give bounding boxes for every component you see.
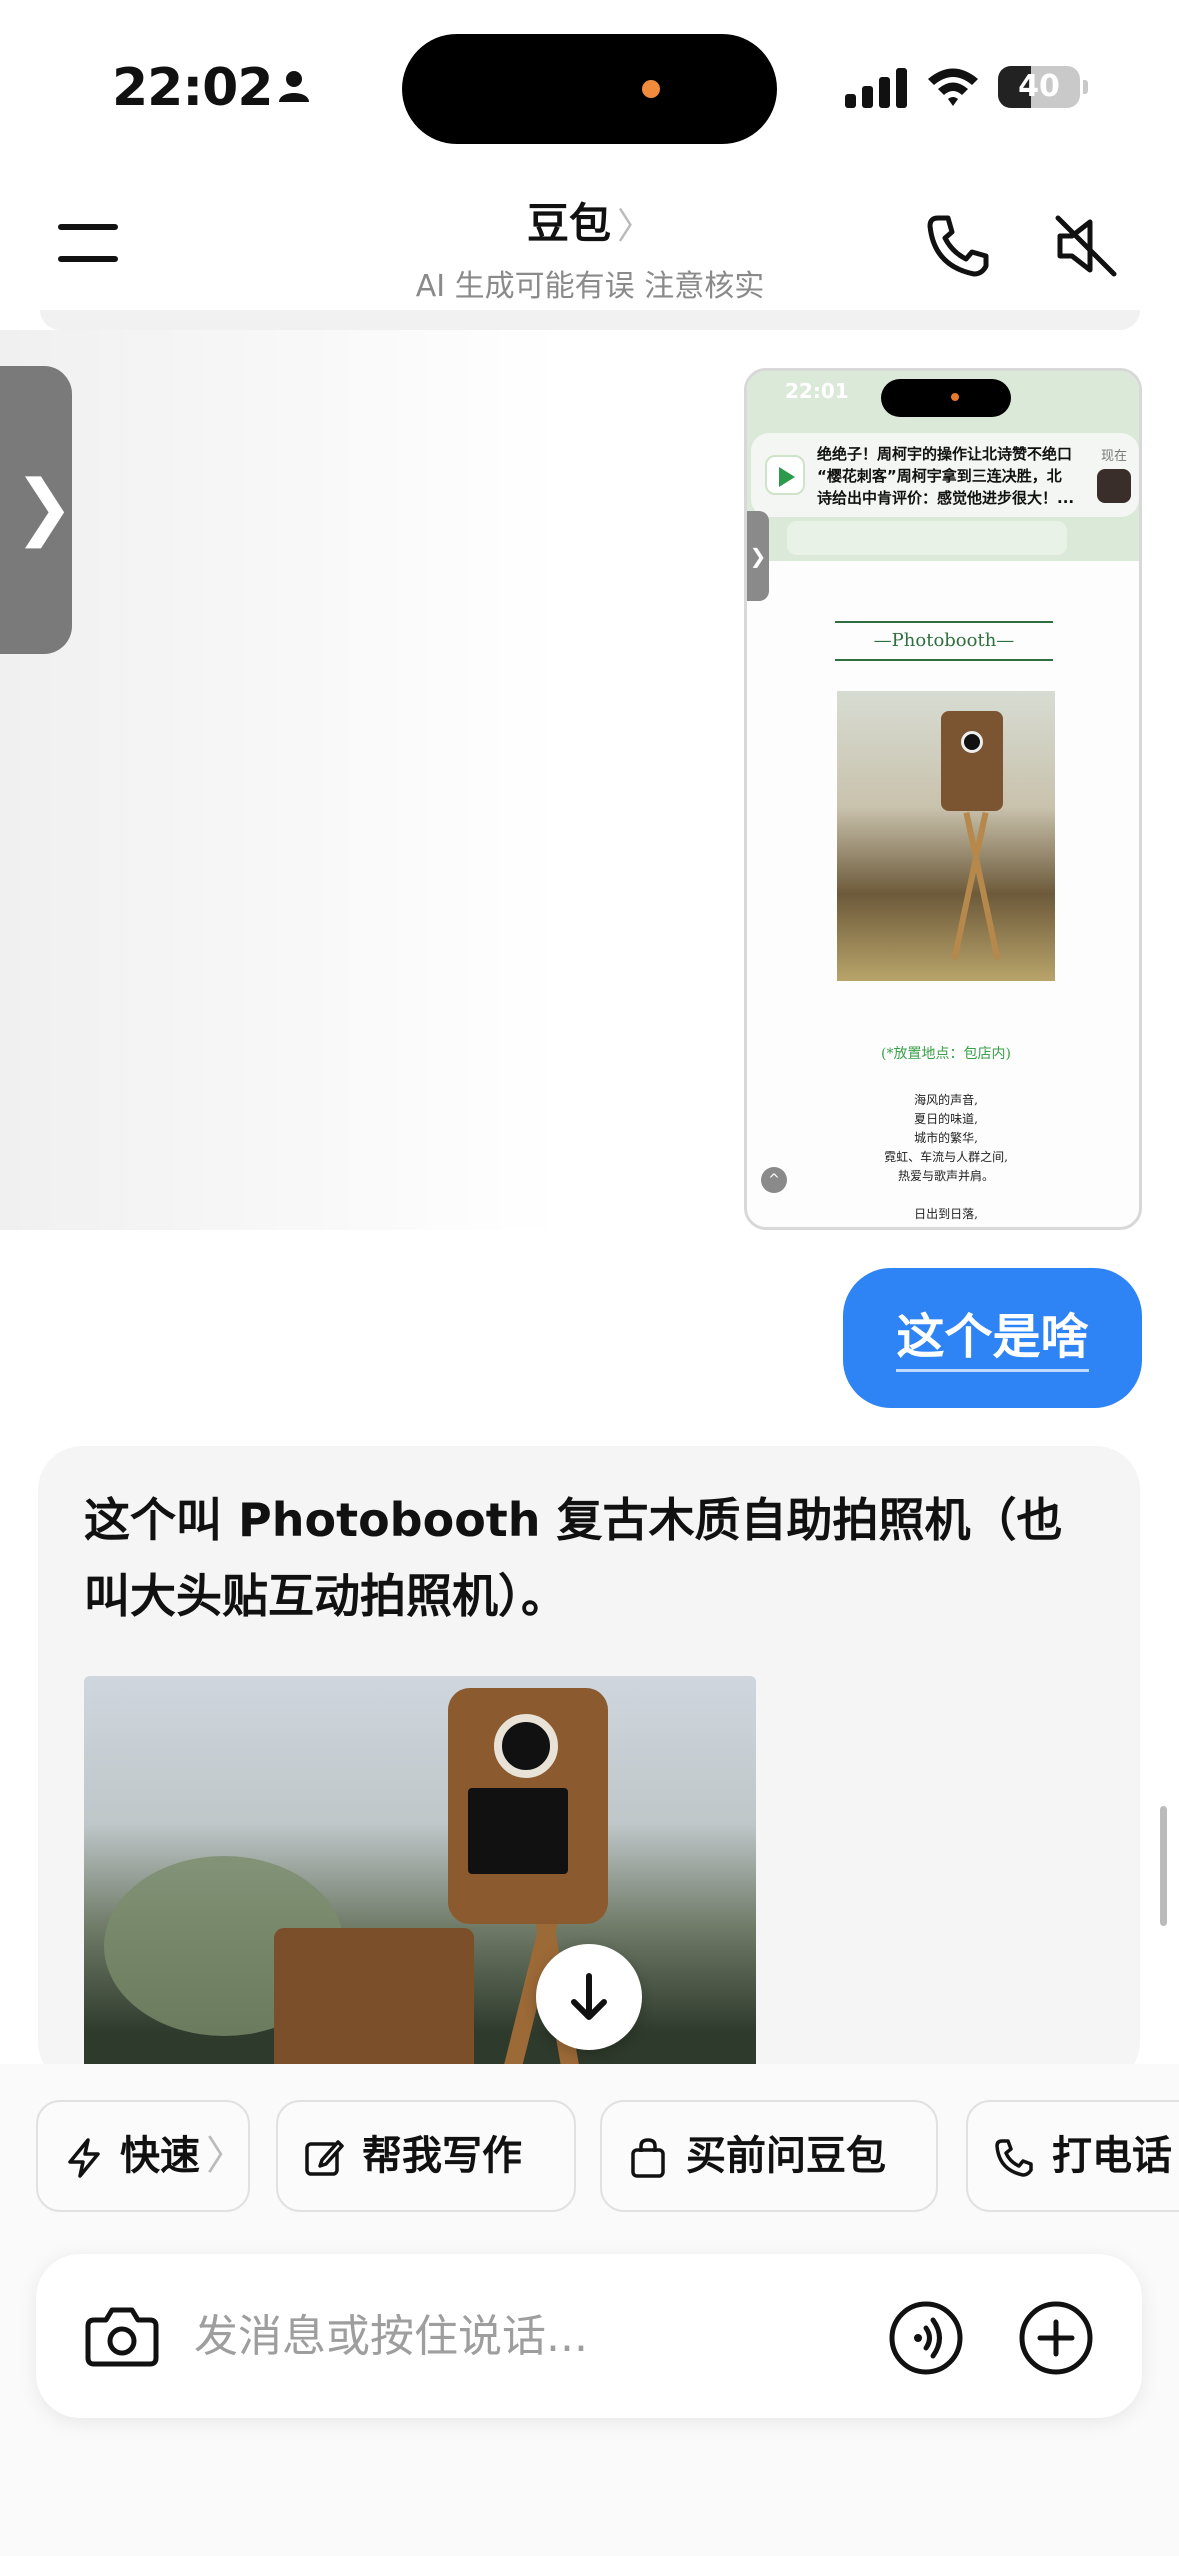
photobooth-screen	[468, 1788, 568, 1874]
composer-area: 快速 〉 帮我写作 买前问豆包 打电话	[0, 2064, 1179, 2556]
photobooth-banner: —Photobooth—	[835, 621, 1053, 661]
phone-call-button[interactable]	[922, 210, 994, 282]
chip-ask-before-buy[interactable]: 买前问豆包	[600, 2100, 938, 2212]
phone-icon	[995, 2139, 1033, 2177]
poem-line: 日出到日落,	[914, 1207, 978, 1221]
notification-avatar	[1097, 469, 1131, 503]
scroll-to-bottom-button[interactable]	[536, 1944, 642, 2050]
chip-fast-mode[interactable]: 快速 〉	[36, 2100, 250, 2212]
shopping-bag-icon	[631, 2138, 665, 2178]
battery-nub	[1083, 80, 1088, 94]
header-divider	[40, 310, 1140, 330]
edit-icon	[305, 2140, 344, 2176]
camera-lens	[494, 1714, 558, 1778]
poem-line: 城市的繁华,	[914, 1131, 978, 1145]
message-input[interactable]	[194, 2298, 874, 2374]
camera-button[interactable]	[82, 2296, 162, 2376]
menu-icon-line-bottom	[58, 256, 118, 262]
chat-title-group[interactable]: 豆包〉 AI 生成可能有误 注意核实	[300, 190, 880, 305]
ai-response-text: 这个叫 Photobooth 复古木质自助拍照机（也叫大头贴互动拍照机）。	[84, 1493, 1063, 1623]
speaker-mute-icon[interactable]	[1050, 210, 1122, 282]
wifi-icon	[928, 68, 978, 106]
poem-line: 海风的声音,	[914, 1093, 978, 1107]
notification-line: 诗给出中肯评价：感觉他进步很大！...	[817, 489, 1075, 507]
poem-line: 霓虹、车流与人群之间,	[884, 1150, 1008, 1164]
sent-screenshot-image[interactable]: 22:01 绝绝子！周柯宇的操作让北诗赞不绝口 “樱花刺客”周柯宇拿到三连决胜，…	[744, 368, 1142, 1230]
plus-button[interactable]	[1016, 2298, 1096, 2378]
screenshot-recording-dot	[951, 393, 959, 401]
side-panel-handle[interactable]: ❯	[0, 366, 75, 654]
cellular-signal-icon	[845, 68, 907, 108]
scrollbar[interactable]	[1160, 1806, 1167, 1926]
chat-header: 豆包〉 AI 生成可能有误 注意核实	[0, 170, 1179, 320]
photobooth-cabinet	[941, 711, 1003, 811]
status-bar: 22:02 40	[0, 0, 1179, 170]
chip-phone-call[interactable]: 打电话	[966, 2100, 1179, 2212]
chevron-right-icon: 〉	[206, 2133, 246, 2179]
chip-label: 打电话	[1052, 2133, 1172, 2179]
chevron-right-icon: ❯	[747, 511, 769, 601]
notification-line: “樱花刺客”周柯宇拿到三连决胜，北	[817, 467, 1062, 485]
chevron-right-icon: 〉	[617, 206, 654, 247]
message-composer	[36, 2254, 1142, 2418]
notification-time: 现在	[1101, 449, 1128, 464]
poem-line: 夏日的味道,	[914, 1112, 978, 1126]
photobooth-photo	[837, 691, 1055, 981]
screenshot-dynamic-island	[881, 379, 1011, 417]
screenshot-time: 22:01	[785, 379, 849, 403]
play-icon	[779, 467, 795, 487]
chip-help-write[interactable]: 帮我写作	[276, 2100, 576, 2212]
wooden-printer-box	[274, 1928, 474, 2086]
app-icon	[765, 455, 805, 495]
poem-text: 海风的声音, 夏日的味道, 城市的繁华, 霓虹、车流与人群之间, 热爱与歌声并肩…	[747, 1091, 1139, 1224]
screenshot-notification: 绝绝子！周柯宇的操作让北诗赞不绝口 “樱花刺客”周柯宇拿到三连决胜，北 诗给出中…	[751, 433, 1139, 517]
menu-button[interactable]	[58, 222, 122, 272]
status-time: 22:02	[112, 58, 274, 118]
ai-disclaimer: AI 生成可能有误 注意核实	[415, 269, 765, 304]
screenshot-music-player	[787, 521, 1067, 555]
chevron-up-icon: ^	[761, 1167, 787, 1193]
background-gradient	[0, 330, 560, 1230]
chat-title[interactable]: 豆包	[527, 199, 611, 248]
voice-call-button[interactable]	[886, 2298, 966, 2378]
poem-line: 热爱与歌声并肩。	[897, 1169, 994, 1183]
poem-gap	[747, 1186, 1139, 1205]
chip-label: 帮我写作	[362, 2133, 522, 2179]
battery-level: 40	[1018, 69, 1060, 104]
chip-label: 快速	[120, 2133, 200, 2179]
chip-label: 买前问豆包	[686, 2133, 886, 2179]
person-icon	[279, 71, 309, 102]
dynamic-island	[402, 34, 777, 144]
location-caption: (*放置地点：包店内)	[881, 1046, 1011, 1062]
lightning-icon	[68, 2138, 100, 2178]
battery-indicator: 40	[998, 66, 1080, 108]
quick-action-chips: 快速 〉 帮我写作 买前问豆包 打电话	[36, 2100, 1179, 2212]
camera-lens	[961, 731, 983, 753]
user-message-bubble[interactable]: 这个是啥	[843, 1268, 1142, 1408]
user-message-text: 这个是啥	[896, 1309, 1089, 1372]
notification-line: 绝绝子！周柯宇的操作让北诗赞不绝口	[817, 445, 1073, 463]
recording-dot	[642, 80, 660, 98]
ai-response-image[interactable]	[84, 1676, 756, 2086]
chevron-right-icon: ❯	[14, 464, 75, 548]
menu-icon-line-top	[58, 224, 118, 230]
arrow-down-icon	[571, 1973, 607, 2020]
